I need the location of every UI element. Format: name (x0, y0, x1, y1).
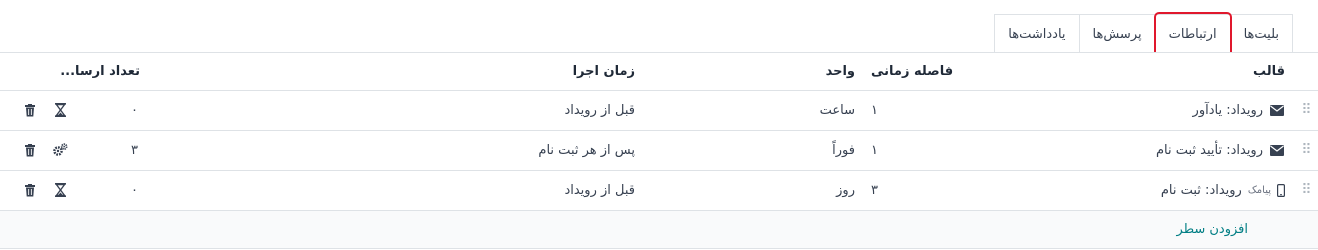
trash-icon[interactable] (22, 142, 38, 158)
interval-cell[interactable]: ۱ (863, 129, 1048, 170)
tab-label: پرسش‌ها (1092, 26, 1142, 42)
tab-tickets[interactable]: بلیت‌ها (1229, 14, 1293, 53)
template-name: رویداد: ثبت نام (1160, 182, 1242, 198)
spacer-cell (643, 169, 773, 210)
row-actions (8, 102, 68, 118)
interval-cell[interactable]: ۳ (863, 169, 1048, 210)
trigger-cell[interactable]: قبل از رویداد (148, 89, 643, 130)
envelope-icon (1269, 142, 1285, 158)
drag-handle-icon[interactable]: ⠿ (1293, 169, 1318, 210)
spacer-cell (643, 129, 773, 170)
count-value: ۳ (131, 142, 138, 158)
sms-tag: پیامک (1247, 184, 1271, 196)
mobile-icon (1277, 182, 1285, 198)
tabs-bar: بلیت‌ها ارتباطات پرسش‌ها یادداشت‌ها (994, 12, 1293, 57)
column-trigger[interactable]: زمان اجرا (148, 53, 643, 91)
count-value: ۰ (131, 182, 138, 198)
column-interval[interactable]: فاصله زمانی (863, 53, 1048, 91)
tab-communication[interactable]: ارتباطات (1153, 12, 1232, 57)
tab-label: بلیت‌ها (1243, 26, 1279, 42)
trash-icon[interactable] (22, 102, 38, 118)
hourglass-icon (52, 102, 68, 118)
trash-icon[interactable] (22, 182, 38, 198)
column-unit[interactable]: واحد (773, 53, 863, 91)
table-row[interactable]: ⠿ رویداد: یادآور ۱ ساعت قبل از رویداد ۰ (0, 89, 1318, 130)
communication-table: قالب فاصله زمانی واحد زمان اجرا تعداد ار… (0, 53, 1318, 249)
add-line-link[interactable]: افزودن سطر (1177, 222, 1318, 237)
count-value: ۰ (131, 102, 138, 118)
column-count[interactable]: تعداد ارسا... (0, 53, 148, 91)
tab-questions[interactable]: پرسش‌ها (1078, 14, 1156, 53)
row-actions (8, 182, 68, 198)
row-actions (8, 142, 68, 158)
tab-label: ارتباطات (1168, 26, 1217, 42)
trigger-cell[interactable]: پس از هر ثبت نام (148, 129, 643, 170)
tab-notes[interactable]: یادداشت‌ها (994, 14, 1080, 53)
table-row[interactable]: ⠿ پیامک رویداد: ثبت نام ۳ روز قبل از روی… (0, 169, 1318, 210)
unit-cell[interactable]: فوراً (773, 129, 863, 170)
interval-cell[interactable]: ۱ (863, 89, 1048, 130)
handle-header (1293, 53, 1318, 91)
trigger-cell[interactable]: قبل از رویداد (148, 169, 643, 210)
count-actions-cell: ۰ (0, 89, 148, 130)
unit-cell[interactable]: روز (773, 169, 863, 210)
template-cell[interactable]: رویداد: تأیید ثبت نام (1048, 129, 1293, 170)
add-line-row: افزودن سطر (0, 209, 1318, 249)
gears-icon (52, 142, 68, 158)
table-row[interactable]: ⠿ رویداد: تأیید ثبت نام ۱ فوراً پس از هر… (0, 129, 1318, 170)
drag-handle-icon[interactable]: ⠿ (1293, 129, 1318, 170)
hourglass-icon (52, 182, 68, 198)
spacer-cell (643, 89, 773, 130)
count-actions-cell: ۳ (0, 129, 148, 170)
column-template[interactable]: قالب (1048, 53, 1293, 91)
tab-label: یادداشت‌ها (1008, 26, 1066, 42)
template-cell[interactable]: پیامک رویداد: ثبت نام (1048, 169, 1293, 210)
envelope-icon (1269, 102, 1285, 118)
template-name: رویداد: یادآور (1192, 102, 1263, 118)
drag-handle-icon[interactable]: ⠿ (1293, 89, 1318, 130)
unit-cell[interactable]: ساعت (773, 89, 863, 130)
template-name: رویداد: تأیید ثبت نام (1155, 142, 1263, 158)
table-header: قالب فاصله زمانی واحد زمان اجرا تعداد ار… (0, 53, 1318, 91)
count-actions-cell: ۰ (0, 169, 148, 210)
template-cell[interactable]: رویداد: یادآور (1048, 89, 1293, 130)
column-spacer (643, 53, 773, 91)
